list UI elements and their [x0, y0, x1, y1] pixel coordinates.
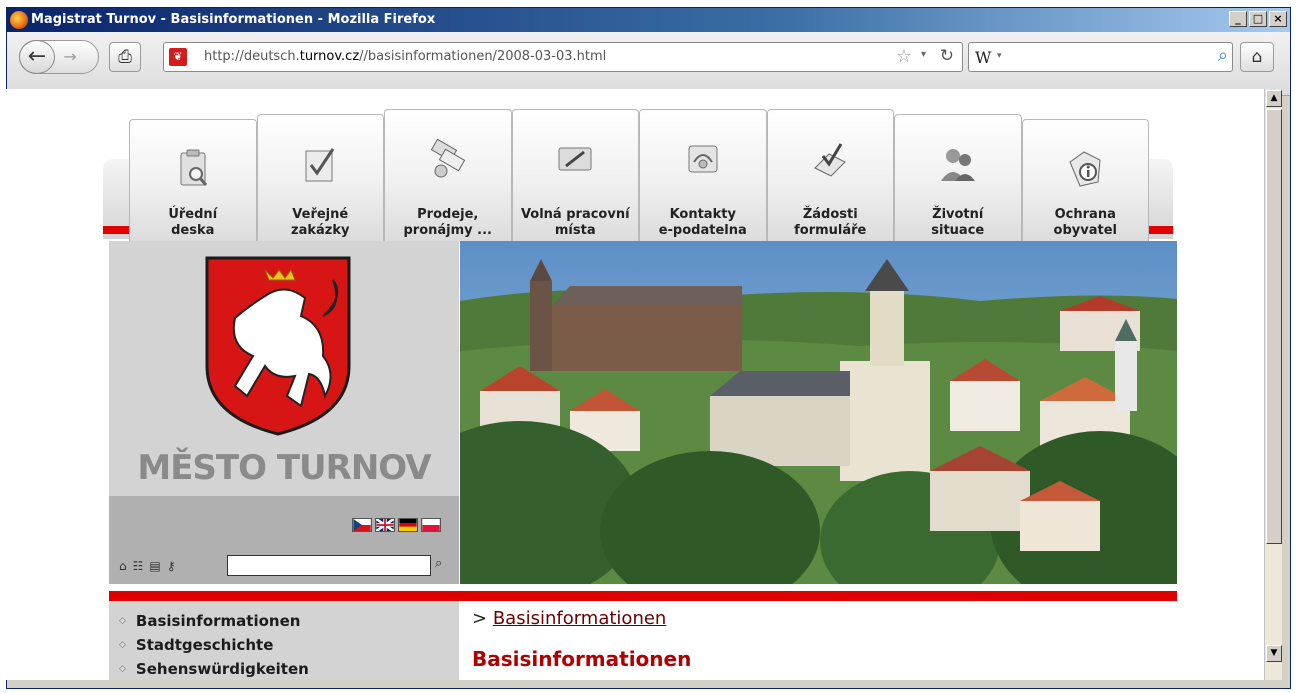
forward-button[interactable]: →: [59, 46, 81, 68]
maximize-button[interactable]: □: [1249, 11, 1267, 27]
tab-uredni-deska[interactable]: Úřední deska: [129, 119, 257, 241]
red-strip-left: [103, 226, 130, 234]
shield-icon: [1069, 151, 1101, 187]
flag-poland-icon[interactable]: [421, 518, 441, 532]
page-title: Basisinformationen: [472, 647, 692, 671]
tab-label: Prodeje, pronájmy ...: [403, 207, 493, 238]
back-button[interactable]: ←: [19, 40, 55, 74]
search-icon[interactable]: ⌕: [435, 556, 442, 571]
url-domain: turnov.cz: [299, 49, 360, 64]
tab-verejne-zakazky[interactable]: Veřejné zakázky: [256, 114, 384, 241]
tab-label: Žádosti formuláře: [794, 207, 867, 238]
tab-zivotni-situace[interactable]: Životní situace: [894, 114, 1022, 241]
site-search-input[interactable]: [227, 555, 431, 576]
tab-prodeje-pronajmy[interactable]: Prodeje, pronájmy ...: [384, 109, 512, 241]
flag-czech-icon[interactable]: [352, 518, 372, 532]
print-button[interactable]: ⎙: [109, 42, 141, 72]
back-arrow-icon: ←: [27, 44, 47, 69]
red-strip-right: [1147, 226, 1173, 234]
book-icon[interactable]: ▤: [149, 559, 160, 573]
page-viewport: Úřední deska Veřejné zakázky Prodeje, pr…: [2, 89, 1264, 680]
bullet-icon: ◇: [119, 640, 126, 650]
breadcrumb: > Basisinformationen: [472, 608, 666, 629]
breadcrumb-link[interactable]: Basisinformationen: [493, 608, 667, 629]
web-page: Úřední deska Veřejné zakázky Prodeje, pr…: [103, 89, 1177, 680]
sitemap-icon[interactable]: ☷: [133, 559, 144, 573]
documents-icon: [430, 138, 465, 178]
wikipedia-icon[interactable]: W: [975, 48, 991, 67]
tab-label: Volná pracovní místa: [520, 207, 630, 238]
tab-label: Kontakty e-podatelna: [658, 207, 747, 238]
tab-volna-mista[interactable]: Volná pracovní místa: [511, 109, 639, 241]
city-name: MĚSTO TURNOV: [137, 448, 431, 488]
side-menu: ◇ Basisinformationen ◇ Stadtgeschichte ◇…: [109, 601, 459, 680]
town-panorama-photo: [460, 241, 1177, 584]
menu-item-label: Stadtgeschichte: [135, 636, 274, 654]
site-favicon-icon: ❦: [169, 48, 187, 66]
checklist-icon: [305, 148, 335, 182]
tab-label: Ochrana obyvatel: [1053, 207, 1117, 238]
menu-item-label: Basisinformationen: [135, 612, 301, 630]
language-and-search-panel: ⌂ ☷ ▤ ⚷ ⌕: [109, 496, 459, 584]
bullet-icon: ◇: [119, 616, 126, 626]
pencil-icon: [558, 147, 592, 171]
search-bar[interactable]: W ▾ ⌕: [968, 42, 1233, 72]
firefox-icon: [10, 11, 28, 29]
flag-uk-icon[interactable]: [375, 518, 395, 532]
tab-label: Veřejné zakázky: [291, 207, 350, 238]
people-icon: [940, 149, 975, 181]
key-icon[interactable]: ⚷: [167, 559, 176, 573]
search-icon[interactable]: ⌕: [1218, 45, 1228, 66]
hero-image: [460, 241, 1177, 584]
title-bar: Magistrat Turnov - Basisinformationen - …: [7, 8, 1290, 32]
tab-list: Úřední deska Veřejné zakázky Prodeje, pr…: [129, 109, 1149, 241]
menu-item-basisinformationen[interactable]: ◇ Basisinformationen: [109, 609, 459, 633]
tab-kontakty[interactable]: Kontakty e-podatelna: [639, 109, 767, 241]
home-icon: ⌂: [1251, 47, 1263, 67]
tab-label: Životní situace: [931, 207, 985, 238]
vertical-scrollbar[interactable]: ▲ ▼: [1264, 89, 1282, 680]
language-flags: [352, 518, 441, 532]
minimize-button[interactable]: _: [1229, 11, 1247, 27]
scroll-up-icon[interactable]: ▲: [1266, 90, 1282, 107]
flag-germany-icon[interactable]: [398, 518, 418, 532]
printer-icon: ⎙: [118, 47, 132, 67]
url-path: //basisinformationen/2008-03-03.html: [359, 49, 607, 64]
menu-item-sehenswuerdigkeiten[interactable]: ◇ Sehenswürdigkeiten: [109, 657, 459, 680]
url-dropdown-icon[interactable]: ▾: [921, 49, 926, 60]
home-icon[interactable]: ⌂: [119, 559, 127, 573]
form-icon: [814, 143, 847, 177]
tab-zadosti-formulare[interactable]: Žádosti formuláře: [766, 109, 894, 241]
bookmark-star-icon[interactable]: ☆: [896, 46, 912, 67]
home-button[interactable]: ⌂: [1240, 42, 1274, 72]
menu-item-label: Sehenswürdigkeiten: [135, 660, 309, 678]
coat-of-arms-logo: [205, 256, 351, 436]
reload-icon[interactable]: ↻: [940, 46, 954, 66]
url-text[interactable]: http://deutsch.turnov.cz//basisinformati…: [204, 49, 606, 64]
breadcrumb-separator: >: [472, 608, 488, 629]
navigation-toolbar: ← → ⎙ ❦ http://deutsch.turnov.cz//basisi…: [7, 32, 1290, 96]
window-controls: _ □ ×: [1229, 11, 1287, 27]
notice-board-icon: [180, 149, 207, 186]
mail-icon: [688, 145, 718, 173]
search-engine-dropdown-icon[interactable]: ▾: [997, 51, 1002, 61]
tab-ochrana-obyvatel[interactable]: Ochrana obyvatel: [1021, 119, 1149, 241]
coat-of-arms-panel: MĚSTO TURNOV: [109, 241, 459, 496]
top-navigation: Úřední deska Veřejné zakázky Prodeje, pr…: [103, 109, 1173, 244]
scroll-thumb[interactable]: [1266, 109, 1282, 544]
tab-label: Úřední deska: [168, 207, 218, 238]
scroll-down-icon[interactable]: ▼: [1266, 645, 1282, 662]
site-tools: ⌂ ☷ ▤ ⚷: [119, 559, 176, 573]
close-button[interactable]: ×: [1269, 11, 1287, 27]
url-prefix: http://deutsch.: [204, 49, 300, 64]
bullet-icon: ◇: [119, 664, 126, 674]
window-title: Magistrat Turnov - Basisinformationen - …: [31, 12, 436, 27]
menu-item-stadtgeschichte[interactable]: ◇ Stadtgeschichte: [109, 633, 459, 657]
address-bar[interactable]: ❦ http://deutsch.turnov.cz//basisinforma…: [163, 42, 963, 72]
forward-arrow-icon: →: [63, 47, 77, 66]
red-divider: [109, 591, 1177, 601]
